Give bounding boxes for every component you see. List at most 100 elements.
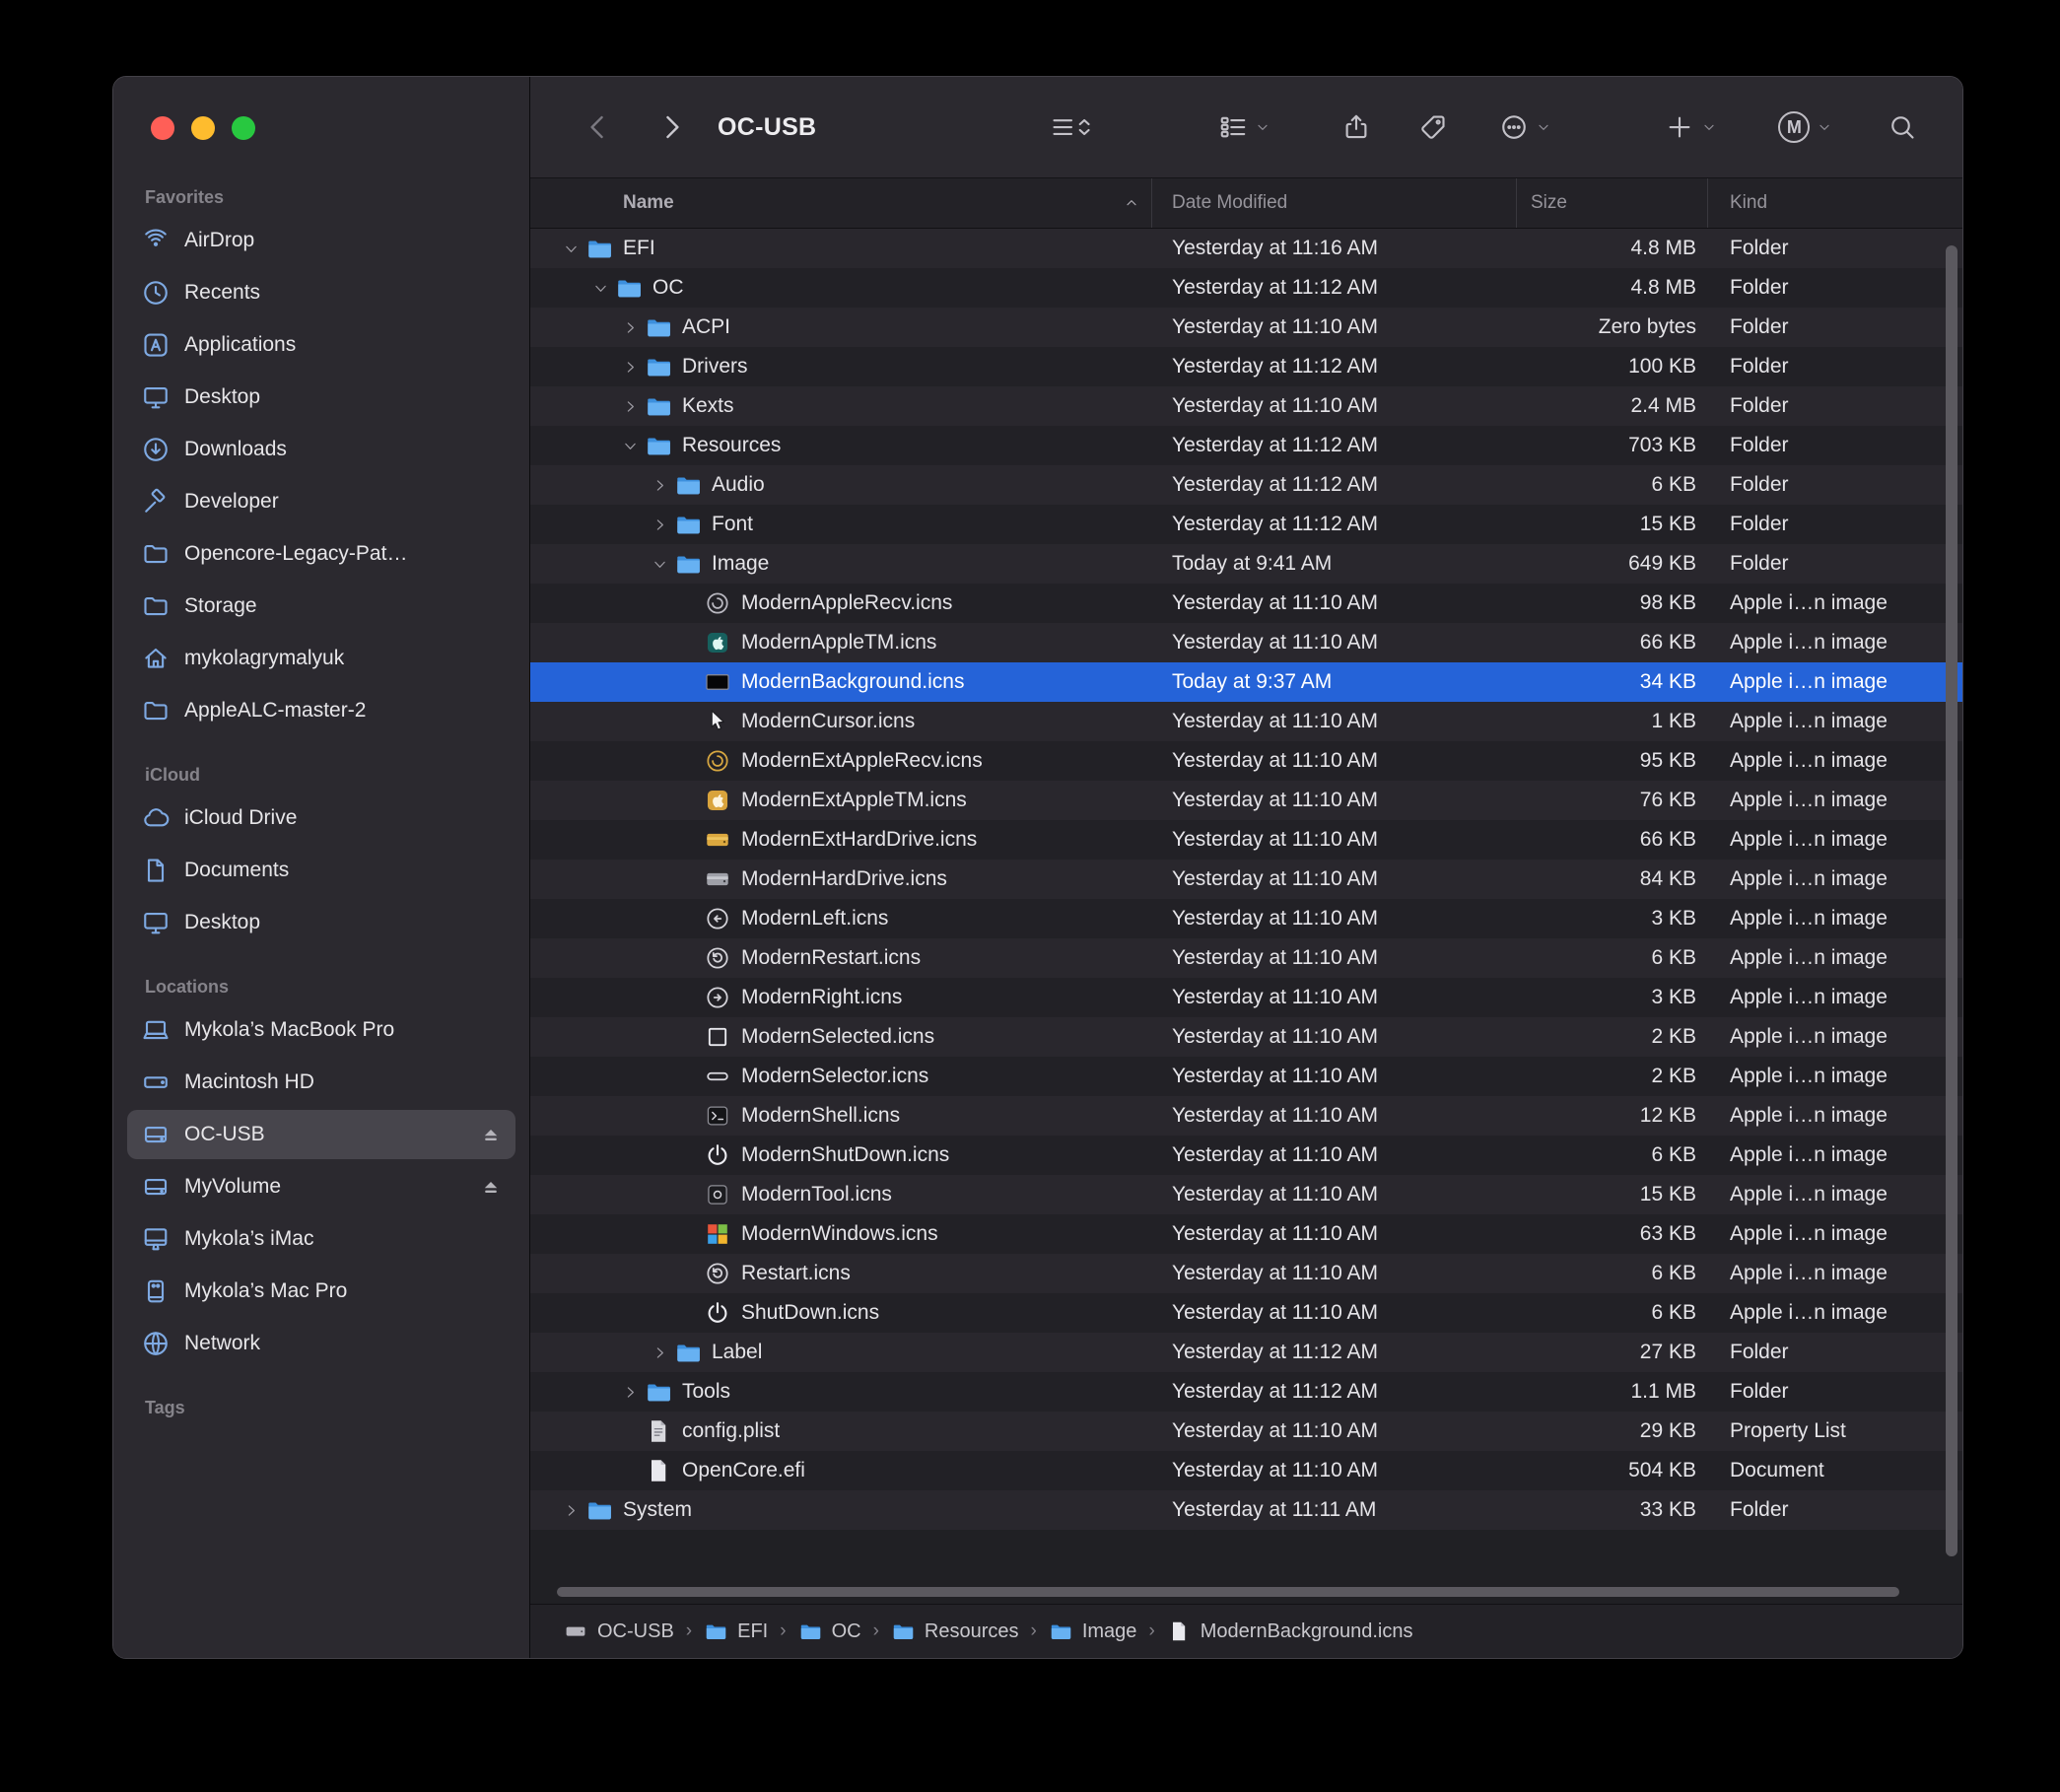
- column-header-kind[interactable]: Kind: [1708, 178, 1962, 228]
- table-row[interactable]: LabelYesterday at 11:12 AM27 KBFolder: [530, 1333, 1962, 1372]
- horizontal-scrollbar-thumb[interactable]: [557, 1587, 1899, 1597]
- table-row[interactable]: DriversYesterday at 11:12 AM100 KBFolder: [530, 347, 1962, 386]
- table-row[interactable]: OCYesterday at 11:12 AM4.8 MBFolder: [530, 268, 1962, 308]
- table-row[interactable]: EFIYesterday at 11:16 AM4.8 MBFolder: [530, 229, 1962, 268]
- eject-icon[interactable]: [480, 1124, 502, 1145]
- vertical-scrollbar-thumb[interactable]: [1946, 245, 1957, 1556]
- table-row[interactable]: ModernExtHardDrive.icnsYesterday at 11:1…: [530, 820, 1962, 860]
- account-button[interactable]: M: [1778, 111, 1832, 143]
- back-button[interactable]: [582, 110, 615, 144]
- clock-icon: [141, 278, 171, 308]
- sidebar-item-downloads[interactable]: Downloads: [127, 425, 515, 474]
- sidebar-item-icloud-drive[interactable]: iCloud Drive: [127, 793, 515, 843]
- date-modified: Yesterday at 11:10 AM: [1152, 789, 1517, 812]
- table-row[interactable]: ModernRestart.icnsYesterday at 11:10 AM6…: [530, 938, 1962, 978]
- sidebar-item-developer[interactable]: Developer: [127, 477, 515, 526]
- table-row[interactable]: ModernShutDown.icnsYesterday at 11:10 AM…: [530, 1136, 1962, 1175]
- table-row[interactable]: ToolsYesterday at 11:12 AM1.1 MBFolder: [530, 1372, 1962, 1412]
- sidebar-item-airdrop[interactable]: AirDrop: [127, 216, 515, 265]
- black-rect-icon: [704, 668, 731, 696]
- sidebar-item-oc-usb[interactable]: OC-USB: [127, 1110, 515, 1159]
- close-button[interactable]: [151, 116, 174, 140]
- disclosure-collapsed-icon[interactable]: [647, 1344, 672, 1361]
- table-row[interactable]: ModernShell.icnsYesterday at 11:10 AM12 …: [530, 1096, 1962, 1136]
- table-row[interactable]: config.plistYesterday at 11:10 AM29 KBPr…: [530, 1412, 1962, 1451]
- table-row[interactable]: ModernRight.icnsYesterday at 11:10 AM3 K…: [530, 978, 1962, 1017]
- sidebar-item-label: Desktop: [184, 385, 260, 409]
- disclosure-expanded-icon[interactable]: [587, 279, 613, 297]
- disclosure-collapsed-icon[interactable]: [617, 397, 643, 415]
- path-item-modernbackground-icns[interactable]: ModernBackground.icns: [1167, 1620, 1413, 1643]
- table-row[interactable]: ModernAppleRecv.icnsYesterday at 11:10 A…: [530, 584, 1962, 623]
- zoom-button[interactable]: [232, 116, 255, 140]
- sidebar-item-recents[interactable]: Recents: [127, 268, 515, 317]
- table-row[interactable]: ModernExtAppleRecv.icnsYesterday at 11:1…: [530, 741, 1962, 781]
- forward-button[interactable]: [654, 110, 688, 144]
- table-row[interactable]: ModernSelector.icnsYesterday at 11:10 AM…: [530, 1057, 1962, 1096]
- table-row[interactable]: ModernBackground.icnsToday at 9:37 AM34 …: [530, 662, 1962, 702]
- table-row[interactable]: ShutDown.icnsYesterday at 11:10 AM6 KBAp…: [530, 1293, 1962, 1333]
- tag-button[interactable]: [1418, 112, 1448, 142]
- column-header-name[interactable]: Name: [530, 178, 1152, 228]
- table-row[interactable]: ModernHardDrive.icnsYesterday at 11:10 A…: [530, 860, 1962, 899]
- path-item-efi[interactable]: EFI: [704, 1620, 768, 1643]
- disclosure-collapsed-icon[interactable]: [647, 476, 672, 494]
- sidebar-item-documents[interactable]: Documents: [127, 846, 515, 895]
- path-item-image[interactable]: Image: [1049, 1620, 1137, 1643]
- table-row[interactable]: SystemYesterday at 11:11 AM33 KBFolder: [530, 1490, 1962, 1530]
- chevron-down-icon: [1817, 119, 1832, 135]
- path-item-resources[interactable]: Resources: [891, 1620, 1019, 1643]
- sidebar-item-macintosh-hd[interactable]: Macintosh HD: [127, 1058, 515, 1107]
- more-actions-button[interactable]: [1499, 112, 1551, 142]
- sidebar-item-myvolume[interactable]: MyVolume: [127, 1162, 515, 1211]
- disclosure-collapsed-icon[interactable]: [647, 516, 672, 533]
- minimize-button[interactable]: [191, 116, 215, 140]
- sidebar-item-applealc-master-2[interactable]: AppleALC-master-2: [127, 686, 515, 735]
- path-item-oc[interactable]: OC: [798, 1620, 861, 1643]
- table-row[interactable]: AudioYesterday at 11:12 AM6 KBFolder: [530, 465, 1962, 505]
- table-row[interactable]: OpenCore.efiYesterday at 11:10 AM504 KBD…: [530, 1451, 1962, 1490]
- table-row[interactable]: ModernAppleTM.icnsYesterday at 11:10 AM6…: [530, 623, 1962, 662]
- sidebar-item-storage[interactable]: Storage: [127, 582, 515, 631]
- group-by-button[interactable]: [1218, 112, 1270, 142]
- sidebar-item-desktop[interactable]: Desktop: [127, 373, 515, 422]
- sidebar-item-mykola-s-mac-pro[interactable]: Mykola’s Mac Pro: [127, 1267, 515, 1316]
- path-item-oc-usb[interactable]: OC-USB: [564, 1620, 674, 1643]
- sidebar-item-desktop[interactable]: Desktop: [127, 898, 515, 947]
- file-kind: Folder: [1708, 237, 1962, 260]
- sidebar-item-mykola-s-macbook-pro[interactable]: Mykola’s MacBook Pro: [127, 1005, 515, 1055]
- table-row[interactable]: ACPIYesterday at 11:10 AMZero bytesFolde…: [530, 308, 1962, 347]
- disclosure-expanded-icon[interactable]: [558, 240, 584, 257]
- disclosure-expanded-icon[interactable]: [617, 437, 643, 454]
- table-row[interactable]: KextsYesterday at 11:10 AM2.4 MBFolder: [530, 386, 1962, 426]
- table-row[interactable]: ModernCursor.icnsYesterday at 11:10 AM1 …: [530, 702, 1962, 741]
- view-style-control[interactable]: [1048, 112, 1095, 142]
- disclosure-collapsed-icon[interactable]: [617, 358, 643, 376]
- new-item-button[interactable]: [1665, 112, 1717, 142]
- disclosure-collapsed-icon[interactable]: [617, 318, 643, 336]
- sidebar-item-mykolagrymalyuk[interactable]: mykolagrymalyuk: [127, 634, 515, 683]
- table-row[interactable]: Restart.icnsYesterday at 11:10 AM6 KBApp…: [530, 1254, 1962, 1293]
- disclosure-collapsed-icon[interactable]: [617, 1383, 643, 1401]
- disclosure-collapsed-icon[interactable]: [558, 1501, 584, 1519]
- search-button[interactable]: [1888, 112, 1917, 142]
- file-size: 66 KB: [1517, 631, 1708, 655]
- column-header-date-modified[interactable]: Date Modified: [1152, 178, 1517, 228]
- sidebar-item-mykola-s-imac[interactable]: Mykola’s iMac: [127, 1214, 515, 1264]
- sidebar-item-applications[interactable]: Applications: [127, 320, 515, 370]
- table-row[interactable]: ModernWindows.icnsYesterday at 11:10 AM6…: [530, 1214, 1962, 1254]
- share-button[interactable]: [1341, 112, 1371, 142]
- sidebar-item-network[interactable]: Network: [127, 1319, 515, 1368]
- column-header-size[interactable]: Size: [1517, 178, 1708, 228]
- name-cell: ModernRight.icns: [530, 984, 1152, 1011]
- table-row[interactable]: ModernSelected.icnsYesterday at 11:10 AM…: [530, 1017, 1962, 1057]
- disclosure-expanded-icon[interactable]: [647, 555, 672, 573]
- table-row[interactable]: ModernExtAppleTM.icnsYesterday at 11:10 …: [530, 781, 1962, 820]
- table-row[interactable]: ImageToday at 9:41 AM649 KBFolder: [530, 544, 1962, 584]
- table-row[interactable]: ResourcesYesterday at 11:12 AM703 KBFold…: [530, 426, 1962, 465]
- table-row[interactable]: ModernLeft.icnsYesterday at 11:10 AM3 KB…: [530, 899, 1962, 938]
- table-row[interactable]: FontYesterday at 11:12 AM15 KBFolder: [530, 505, 1962, 544]
- eject-icon[interactable]: [480, 1176, 502, 1198]
- sidebar-item-opencore-legacy-pat[interactable]: Opencore-Legacy-Pat…: [127, 529, 515, 579]
- table-row[interactable]: ModernTool.icnsYesterday at 11:10 AM15 K…: [530, 1175, 1962, 1214]
